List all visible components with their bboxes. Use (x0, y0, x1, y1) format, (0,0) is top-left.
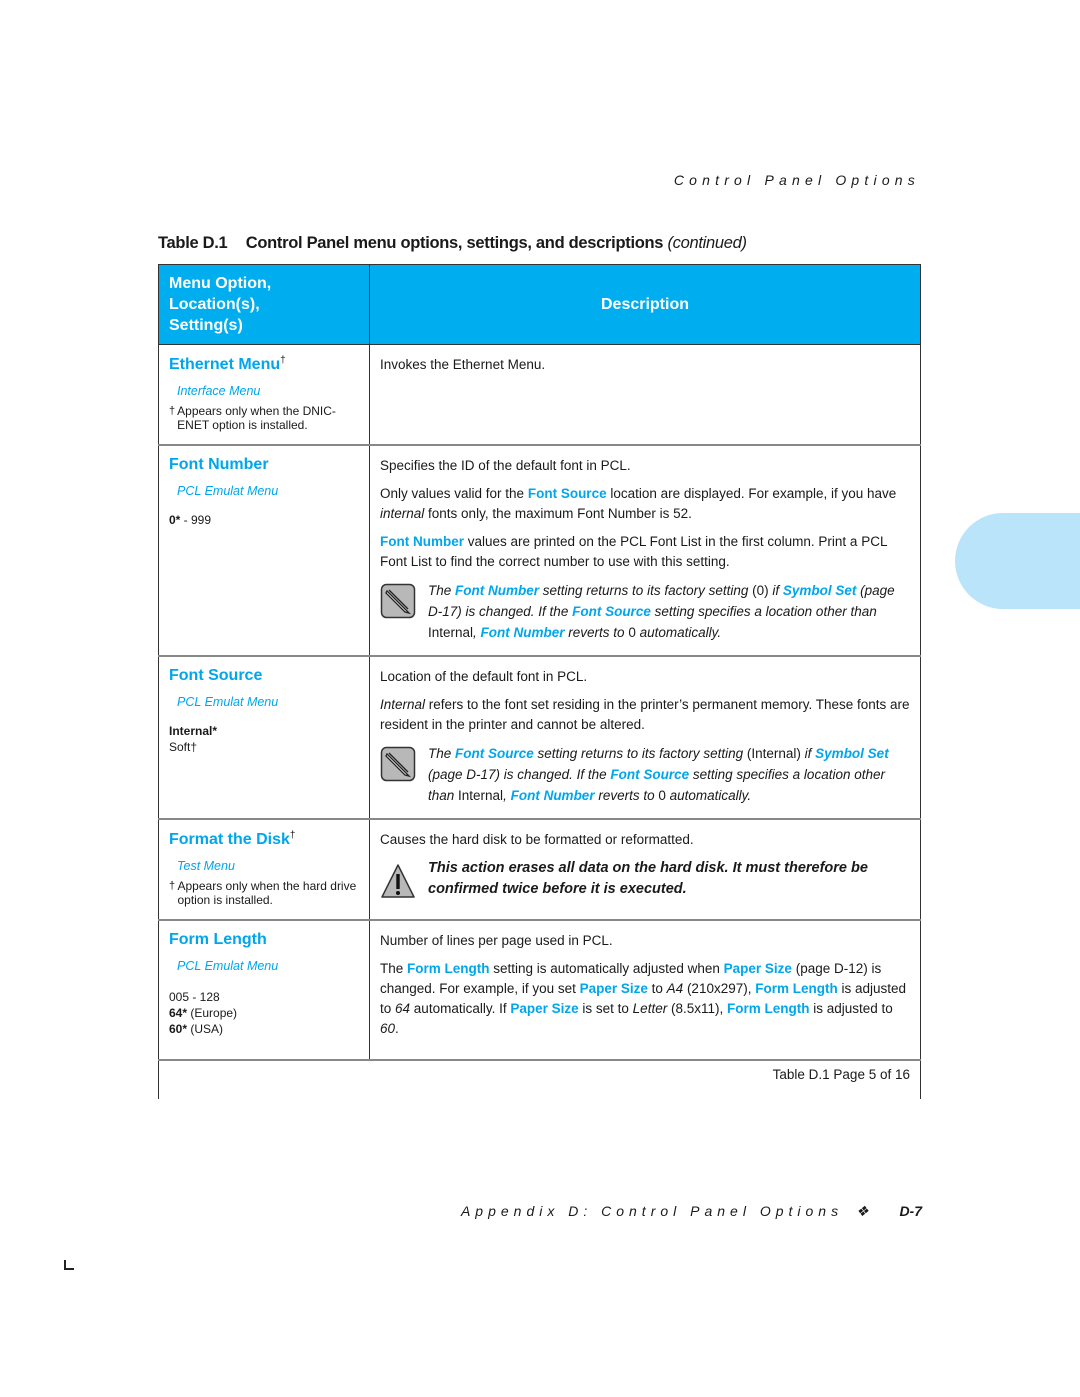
option-setting-range: 005 - 128 (169, 990, 220, 1004)
footnote: † Appears only when the DNIC-ENET option… (169, 404, 359, 432)
note-box: The Font Source setting returns to its f… (380, 743, 910, 806)
dagger-mark: † (280, 355, 286, 366)
section-thumb-tab (955, 513, 1080, 609)
table-footer-row: Table D.1 Page 5 of 16 (158, 1060, 921, 1099)
option-cell: Format the Disk† Test Menu † Appears onl… (158, 819, 370, 921)
crop-mark (64, 1260, 74, 1270)
description-cell: Number of lines per page used in PCL. Th… (369, 920, 921, 1061)
option-cell: Form Length PCL Emulat Menu 005 - 128 64… (158, 920, 370, 1061)
description-cell: Causes the hard disk to be formatted or … (369, 819, 921, 921)
table-header-row: Menu Option, Location(s), Setting(s) Des… (158, 264, 921, 345)
diamond-bullet-icon: ❖ (855, 1203, 869, 1219)
table-row: Ethernet Menu† Interface Menu † Appears … (158, 344, 921, 446)
description-text: Specifies the ID of the default font in … (380, 458, 631, 473)
header-line: Setting(s) (169, 317, 243, 334)
option-setting-europe: 64* (Europe) (169, 1006, 238, 1020)
option-setting-usa: 60* (USA) (169, 1022, 224, 1036)
dagger-mark: † (289, 830, 296, 841)
option-name: Font Source (169, 667, 263, 684)
option-location: Test Menu (177, 859, 235, 873)
description-text: Internal refers to the font set residing… (380, 697, 910, 732)
option-location: PCL Emulat Menu (177, 959, 279, 973)
table-row: Format the Disk† Test Menu † Appears onl… (158, 819, 921, 921)
option-settings: 0* - 999 (169, 513, 212, 527)
footer-text: Appendix D: Control Panel Options (460, 1203, 844, 1219)
page-footer: Appendix D: Control Panel Options ❖ D-7 (461, 1203, 922, 1220)
footnote-text: Appears only when the DNIC-ENET option i… (177, 404, 336, 432)
option-setting-default: Internal* (169, 724, 218, 738)
description-text: Font Number values are printed on the PC… (380, 534, 887, 569)
description-text: Causes the hard disk to be formatted or … (380, 832, 694, 847)
description-text: Only values valid for the Font Source lo… (380, 486, 897, 521)
page-number: D-7 (899, 1203, 922, 1219)
description-text: Location of the default font in PCL. (380, 669, 588, 684)
header-description: Description (600, 295, 689, 313)
table-page-indicator: Table D.1 Page 5 of 16 (158, 1060, 921, 1099)
warning-box: This action erases all data on the hard … (380, 858, 910, 901)
table-row: Form Length PCL Emulat Menu 005 - 128 64… (158, 920, 921, 1061)
footnote-text: Appears only when the hard drive option … (177, 879, 357, 907)
running-head: Control Panel Options (673, 172, 920, 188)
note-text: The Font Source setting returns to its f… (428, 746, 889, 803)
option-setting: Soft† (169, 740, 198, 754)
footnote: † Appears only when the hard drive optio… (169, 879, 359, 907)
dagger-mark: † (169, 880, 176, 892)
header-line: Location(s), (169, 296, 260, 313)
description-text: The Form Length setting is automatically… (380, 961, 907, 1036)
option-name: Format the Disk† (169, 830, 296, 848)
warning-text: This action erases all data on the hard … (428, 860, 868, 897)
header-menu-option: Menu Option, Location(s), Setting(s) (158, 264, 370, 345)
description-text: Invokes the Ethernet Menu. (380, 357, 546, 372)
description-text: Number of lines per page used in PCL. (380, 933, 613, 948)
table-title-text: Control Panel menu options, settings, an… (245, 234, 664, 252)
note-text: The Font Number setting returns to its f… (428, 583, 895, 640)
table-row: Font Source PCL Emulat Menu Internal* So… (158, 656, 921, 820)
option-location: PCL Emulat Menu (177, 484, 279, 498)
pencil-note-icon (380, 746, 416, 782)
option-name: Form Length (169, 931, 267, 948)
option-cell: Font Number PCL Emulat Menu 0* - 999 (158, 445, 370, 657)
description-cell: Location of the default font in PCL. Int… (369, 656, 921, 820)
table-continued: (continued) (667, 234, 747, 252)
option-location: Interface Menu (177, 384, 261, 398)
option-cell: Ethernet Menu† Interface Menu † Appears … (158, 344, 370, 446)
option-name: Ethernet Menu† (169, 355, 286, 373)
pencil-note-icon (380, 583, 416, 619)
warning-triangle-icon (381, 864, 415, 898)
description-cell: Specifies the ID of the default font in … (369, 445, 921, 657)
dagger-mark: † (169, 405, 176, 417)
option-name: Font Number (169, 456, 269, 473)
description-cell: Invokes the Ethernet Menu. (369, 344, 921, 446)
table-title: Table D.1 Control Panel menu options, se… (158, 234, 747, 253)
header-line: Menu Option, (169, 275, 272, 292)
table-number: Table D.1 (158, 234, 228, 252)
option-cell: Font Source PCL Emulat Menu Internal* So… (158, 656, 370, 820)
note-box: The Font Number setting returns to its f… (380, 580, 910, 643)
control-panel-table: Menu Option, Location(s), Setting(s) Des… (158, 264, 921, 1099)
option-location: PCL Emulat Menu (177, 695, 279, 709)
table-row: Font Number PCL Emulat Menu 0* - 999 Spe… (158, 445, 921, 657)
